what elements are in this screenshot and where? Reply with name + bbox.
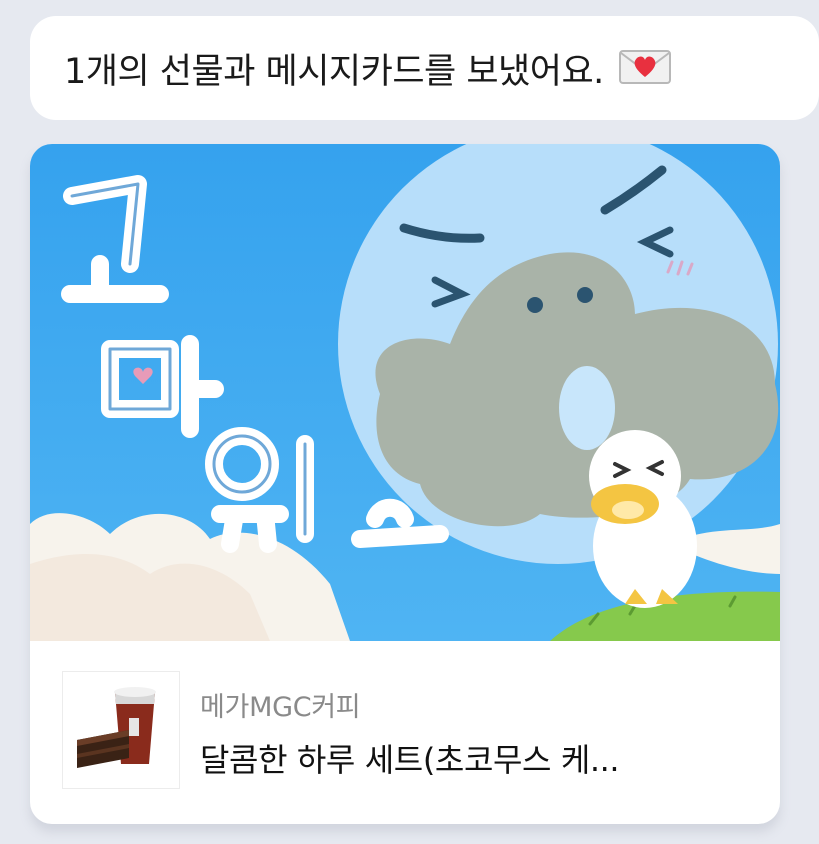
product-info-row[interactable]: 메가MGC커피 달콤한 하루 세트(초코무스 케...: [30, 641, 780, 824]
product-name[interactable]: 달콤한 하루 세트(초코무스 케...: [200, 735, 760, 781]
message-bubble: 1개의 선물과 메시지카드를 보냈어요.: [30, 16, 819, 120]
message-text: 1개의 선물과 메시지카드를 보냈어요.: [64, 51, 604, 92]
love-letter-icon: [618, 45, 672, 91]
coffee-and-cake-icon: [62, 671, 180, 789]
brand-name: 메가MGC커피: [200, 692, 361, 723]
thank-you-card-image[interactable]: [30, 144, 780, 641]
gift-card[interactable]: 메가MGC커피 달콤한 하루 세트(초코무스 케...: [30, 144, 780, 824]
